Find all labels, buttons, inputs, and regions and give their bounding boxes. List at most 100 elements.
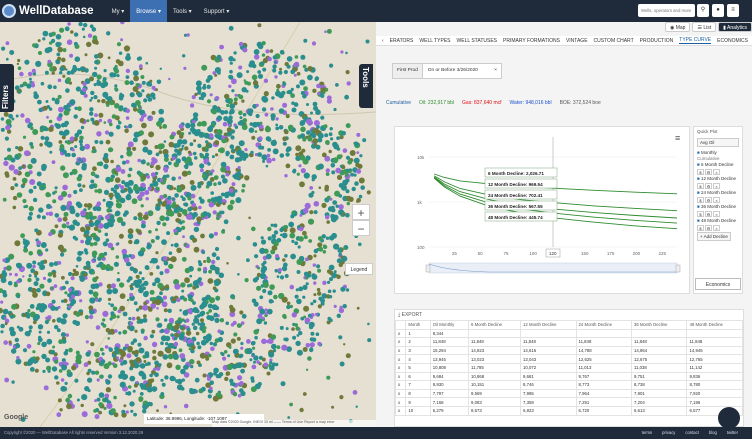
well-marker[interactable] <box>183 33 188 37</box>
well-marker[interactable] <box>217 71 221 75</box>
well-marker[interactable] <box>31 68 36 73</box>
well-marker[interactable] <box>93 215 97 220</box>
well-marker[interactable] <box>4 157 8 161</box>
well-marker[interactable] <box>138 64 143 69</box>
well-marker[interactable] <box>122 311 128 317</box>
well-marker[interactable] <box>62 74 66 78</box>
well-marker[interactable] <box>140 223 146 229</box>
well-marker[interactable] <box>356 200 359 203</box>
well-marker[interactable] <box>58 113 63 118</box>
well-marker[interactable] <box>137 195 142 200</box>
well-marker[interactable] <box>72 219 78 225</box>
well-marker[interactable] <box>348 196 354 202</box>
well-marker[interactable] <box>206 258 212 264</box>
well-marker[interactable] <box>58 140 63 144</box>
well-marker[interactable] <box>74 145 78 149</box>
well-marker[interactable] <box>273 223 278 228</box>
well-marker[interactable] <box>367 322 370 326</box>
well-marker[interactable] <box>148 131 155 138</box>
well-marker[interactable] <box>242 118 248 123</box>
well-marker[interactable] <box>63 109 70 116</box>
well-marker[interactable] <box>192 151 197 156</box>
well-marker[interactable] <box>161 239 167 246</box>
well-marker[interactable] <box>286 64 291 69</box>
well-marker[interactable] <box>168 263 174 270</box>
gear-icon[interactable]: ⚙ <box>705 169 712 175</box>
well-marker[interactable] <box>265 49 270 54</box>
well-marker[interactable] <box>80 251 84 255</box>
well-marker[interactable] <box>335 83 339 87</box>
well-marker[interactable] <box>279 275 285 280</box>
well-marker[interactable] <box>245 89 249 93</box>
well-marker[interactable] <box>345 288 350 292</box>
well-marker[interactable] <box>215 269 220 275</box>
well-marker[interactable] <box>41 341 47 348</box>
gear-icon[interactable]: ⚙ <box>705 183 712 189</box>
well-marker[interactable] <box>270 116 275 121</box>
well-marker[interactable] <box>166 362 173 369</box>
well-marker[interactable] <box>345 123 351 129</box>
well-marker[interactable] <box>293 73 297 77</box>
well-marker[interactable] <box>324 133 329 138</box>
well-marker[interactable] <box>222 202 226 206</box>
well-marker[interactable] <box>83 93 88 98</box>
well-marker[interactable] <box>209 297 215 304</box>
well-marker[interactable] <box>51 160 56 165</box>
well-marker[interactable] <box>33 281 39 287</box>
well-marker[interactable] <box>323 244 327 248</box>
well-marker[interactable] <box>136 56 141 61</box>
well-marker[interactable] <box>285 152 290 157</box>
well-marker[interactable] <box>86 119 90 123</box>
well-marker[interactable] <box>45 248 49 252</box>
well-marker[interactable] <box>167 342 174 349</box>
column-header[interactable]: 48 Month Decline <box>686 320 743 330</box>
well-marker[interactable] <box>336 258 342 264</box>
well-marker[interactable] <box>181 209 188 215</box>
well-marker[interactable] <box>155 88 158 91</box>
well-marker[interactable] <box>32 350 36 354</box>
well-marker[interactable] <box>211 155 215 159</box>
well-marker[interactable] <box>279 325 284 330</box>
well-marker[interactable] <box>196 314 201 318</box>
tab-custom-chart[interactable]: CUSTOM CHART <box>594 38 634 44</box>
well-marker[interactable] <box>182 54 186 58</box>
well-marker[interactable] <box>297 245 301 249</box>
well-marker[interactable] <box>81 87 87 93</box>
well-marker[interactable] <box>89 242 94 247</box>
well-marker[interactable] <box>75 265 79 268</box>
well-marker[interactable] <box>62 172 69 179</box>
export-button[interactable]: ⤓ EXPORT <box>395 310 743 320</box>
well-marker[interactable] <box>119 293 126 299</box>
well-marker[interactable] <box>252 63 257 69</box>
well-marker[interactable] <box>127 141 134 148</box>
well-marker[interactable] <box>32 320 37 325</box>
well-marker[interactable] <box>179 325 184 330</box>
well-marker[interactable] <box>27 215 33 221</box>
well-marker[interactable] <box>192 388 197 394</box>
well-marker[interactable] <box>299 407 304 413</box>
well-marker[interactable] <box>36 181 42 187</box>
well-marker[interactable] <box>137 212 143 218</box>
well-marker[interactable] <box>296 349 303 356</box>
well-marker[interactable] <box>93 83 97 87</box>
well-marker[interactable] <box>16 356 20 360</box>
row-expand-icon[interactable]: x <box>394 362 407 373</box>
well-marker[interactable] <box>281 344 288 351</box>
well-marker[interactable] <box>52 199 57 204</box>
well-marker[interactable] <box>12 205 17 210</box>
well-marker[interactable] <box>80 125 85 130</box>
well-marker[interactable] <box>102 77 107 82</box>
well-marker[interactable] <box>192 211 198 218</box>
well-marker[interactable] <box>298 286 304 292</box>
well-marker[interactable] <box>141 375 147 380</box>
well-marker[interactable] <box>116 202 122 209</box>
well-marker[interactable] <box>61 285 66 290</box>
well-marker[interactable] <box>168 77 171 81</box>
well-marker[interactable] <box>174 193 179 198</box>
well-marker[interactable] <box>73 189 78 195</box>
well-marker[interactable] <box>104 232 109 237</box>
well-marker[interactable] <box>156 307 159 310</box>
well-marker[interactable] <box>307 218 315 225</box>
well-marker[interactable] <box>94 219 100 225</box>
well-marker[interactable] <box>225 172 230 177</box>
